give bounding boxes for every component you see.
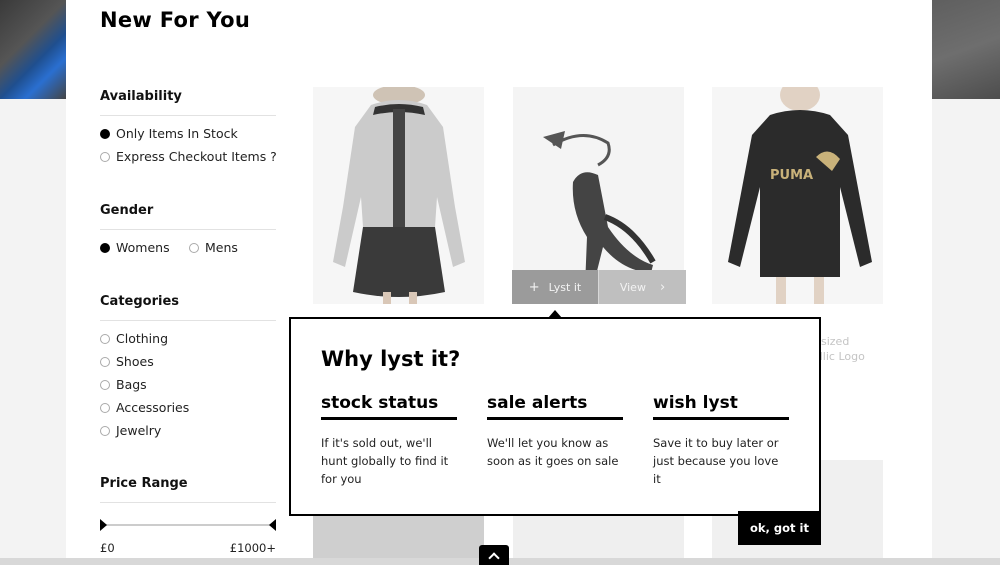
column-text: We'll let you know as soon as it goes on…: [487, 436, 619, 468]
divider: [100, 229, 276, 230]
product-image-jacket: [313, 87, 484, 304]
category-option-clothing[interactable]: Clothing: [100, 331, 168, 346]
category-option-jewelry[interactable]: Jewelry: [100, 423, 161, 438]
radio-selected-icon: [100, 128, 110, 139]
price-slider-track[interactable]: [100, 524, 276, 526]
divider: [100, 115, 276, 116]
divider: [100, 320, 276, 321]
option-label: Express Checkout Items ?: [116, 149, 277, 164]
popover-column-stock-status: stock status If it's sold out, we'll hun…: [321, 393, 457, 488]
hero-image-left: [0, 0, 66, 99]
availability-heading: Availability: [100, 89, 182, 104]
option-label: Accessories: [116, 400, 190, 415]
gender-option-mens[interactable]: Mens: [189, 240, 238, 255]
product-action-bar: + Lyst it View ›: [512, 270, 686, 304]
price-min-label: £0: [100, 541, 115, 555]
radio-icon: [100, 379, 110, 390]
popover-column-sale-alerts: sale alerts We'll let you know as soon a…: [487, 393, 623, 470]
column-heading: sale alerts: [487, 393, 623, 420]
category-option-shoes[interactable]: Shoes: [100, 354, 154, 369]
categories-heading: Categories: [100, 294, 180, 309]
price-max-label: £1000+: [229, 541, 276, 555]
product-card-sweater[interactable]: PUMA: [712, 87, 883, 304]
option-label: Only Items In Stock: [116, 126, 238, 141]
gender-heading: Gender: [100, 203, 154, 218]
product-name-fragment: sized: [821, 335, 850, 348]
price-range-heading: Price Range: [100, 476, 188, 491]
main-panel: New For You Availability Only Items In S…: [66, 0, 932, 565]
option-label: Womens: [116, 240, 170, 255]
chevron-right-icon: ›: [659, 279, 666, 295]
scroll-to-top-button[interactable]: [479, 545, 509, 565]
price-slider-min-handle[interactable]: [100, 519, 107, 531]
chevron-up-icon: [488, 551, 500, 564]
option-label: Shoes: [116, 354, 154, 369]
page-title: New For You: [100, 8, 251, 32]
column-text: If it's sold out, we'll hunt globally to…: [321, 436, 449, 486]
ok-got-it-button[interactable]: ok, got it: [738, 511, 821, 545]
radio-icon: [100, 425, 110, 436]
option-label: Mens: [205, 240, 238, 255]
why-lyst-popover: Why lyst it? stock status If it's sold o…: [289, 317, 821, 516]
column-heading: wish lyst: [653, 393, 789, 420]
svg-text:PUMA: PUMA: [770, 168, 813, 183]
gender-option-womens[interactable]: Womens: [100, 240, 170, 255]
product-image-sweater: PUMA: [712, 87, 883, 304]
category-option-bags[interactable]: Bags: [100, 377, 147, 392]
column-heading: stock status: [321, 393, 457, 420]
availability-option-in-stock[interactable]: Only Items In Stock: [100, 126, 238, 141]
price-slider-max-handle[interactable]: [269, 519, 276, 531]
view-button[interactable]: View ›: [598, 270, 686, 304]
plus-icon: +: [528, 279, 540, 295]
lyst-it-label: Lyst it: [548, 280, 582, 294]
option-label: Clothing: [116, 331, 169, 346]
popover-column-wish-lyst: wish lyst Save it to buy later or just b…: [653, 393, 789, 488]
product-card-jacket[interactable]: [313, 87, 484, 304]
radio-icon: [100, 356, 110, 367]
hero-image-right: [932, 0, 1000, 99]
radio-icon: [100, 402, 110, 413]
lyst-it-button[interactable]: + Lyst it: [512, 270, 598, 304]
column-text: Save it to buy later or just because you…: [653, 436, 779, 486]
option-label: Jewelry: [116, 423, 162, 438]
availability-option-express[interactable]: Express Checkout Items ?: [100, 149, 277, 164]
radio-selected-icon: [100, 242, 110, 253]
option-label: Bags: [116, 377, 147, 392]
radio-icon: [100, 333, 110, 344]
divider: [100, 502, 276, 503]
popover-title: Why lyst it?: [321, 347, 461, 371]
radio-icon: [100, 151, 110, 162]
view-label: View: [619, 280, 646, 294]
category-option-accessories[interactable]: Accessories: [100, 400, 189, 415]
radio-icon: [189, 242, 199, 253]
